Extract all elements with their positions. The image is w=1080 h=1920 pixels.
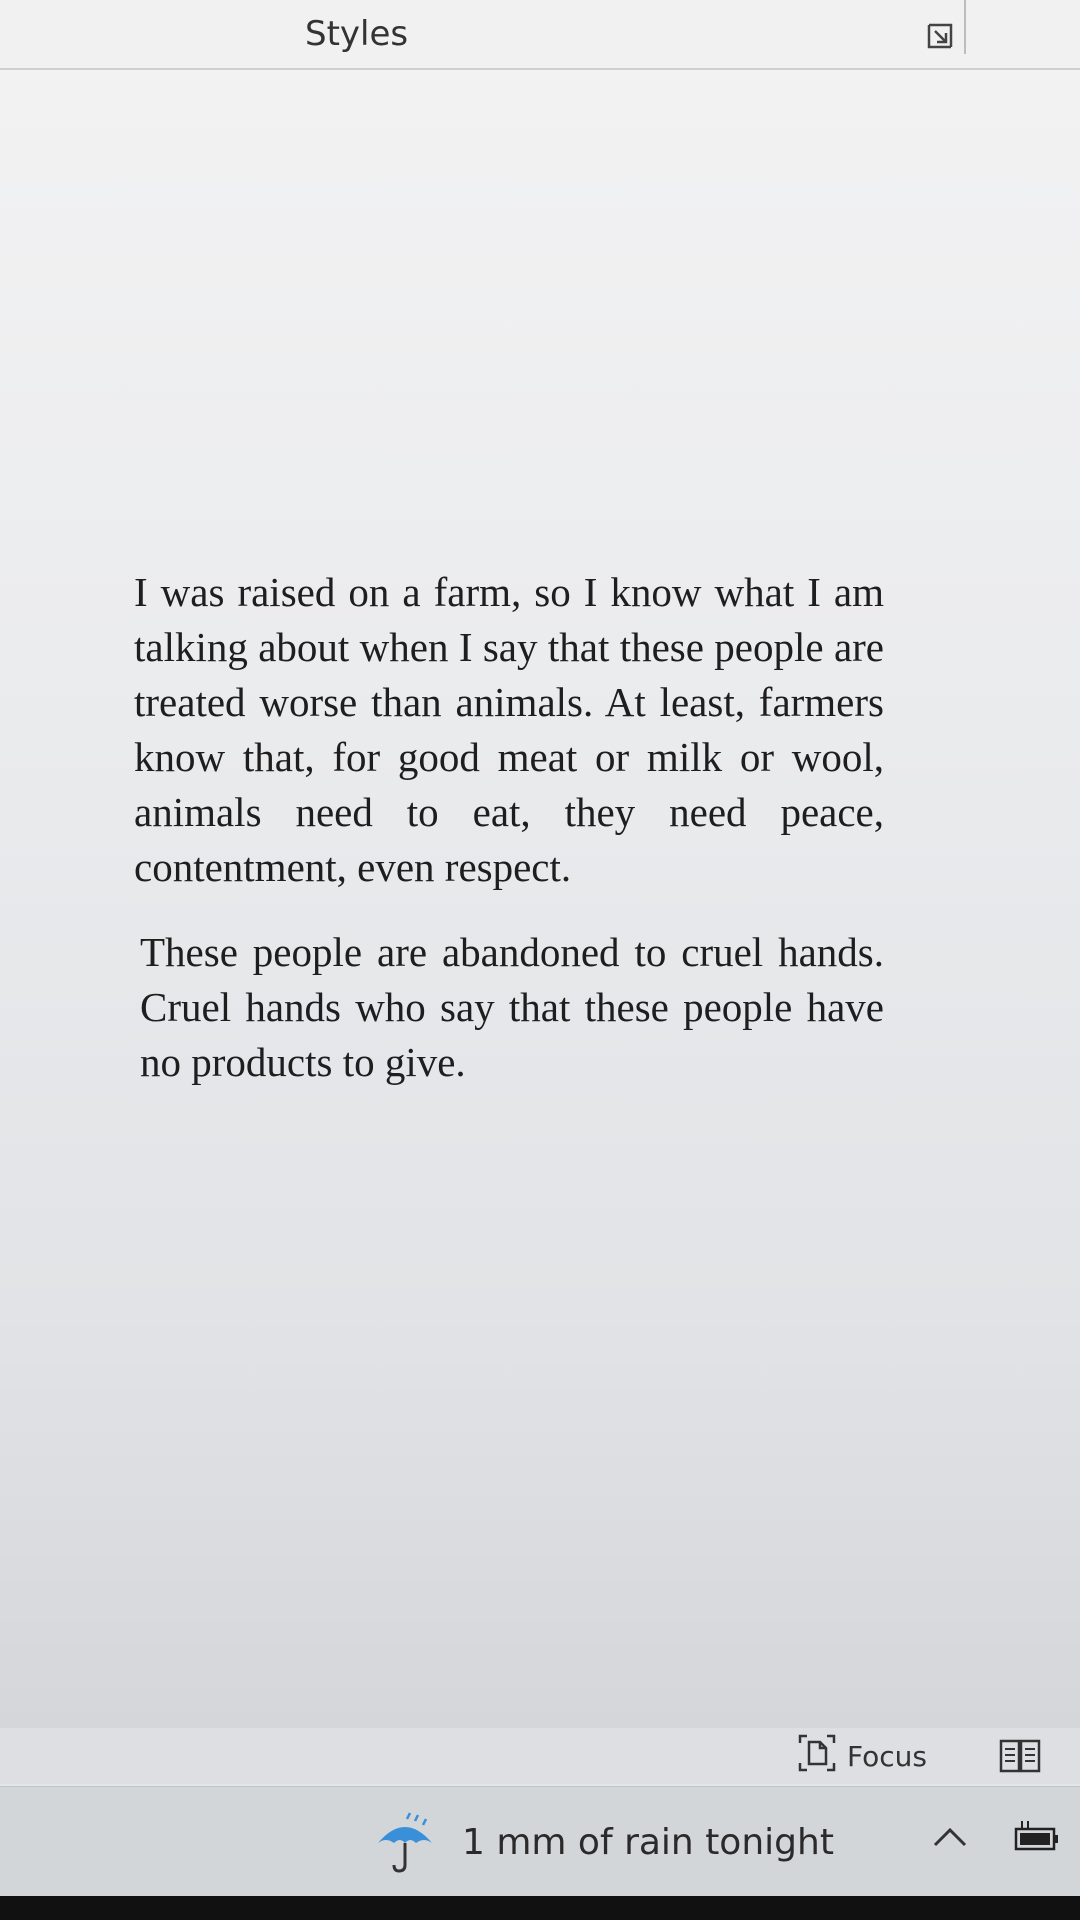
status-bar: Focus (0, 1728, 1080, 1784)
taskbar: 1 mm of rain tonight (0, 1786, 1080, 1897)
styles-group-label: Styles (305, 14, 409, 54)
umbrella-icon (370, 1805, 440, 1880)
paragraph[interactable]: These people are abandoned to cruel hand… (134, 925, 884, 1090)
weather-text: 1 mm of rain tonight (462, 1821, 834, 1863)
ribbon: Styles (0, 0, 1080, 70)
dialog-launcher-icon[interactable] (926, 22, 954, 50)
focus-button[interactable]: Focus (797, 1734, 927, 1778)
battery-icon[interactable] (1012, 1817, 1062, 1857)
read-mode-icon[interactable] (998, 1736, 1042, 1776)
document-body[interactable]: I was raised on a farm, so I know what I… (134, 565, 884, 1120)
screen-bezel (0, 1896, 1080, 1920)
weather-widget[interactable]: 1 mm of rain tonight (370, 1807, 834, 1877)
chevron-up-icon[interactable] (930, 1821, 970, 1851)
ribbon-divider (964, 0, 966, 54)
focus-icon (797, 1733, 837, 1780)
paragraph[interactable]: I was raised on a farm, so I know what I… (134, 565, 884, 895)
focus-label: Focus (847, 1739, 927, 1773)
